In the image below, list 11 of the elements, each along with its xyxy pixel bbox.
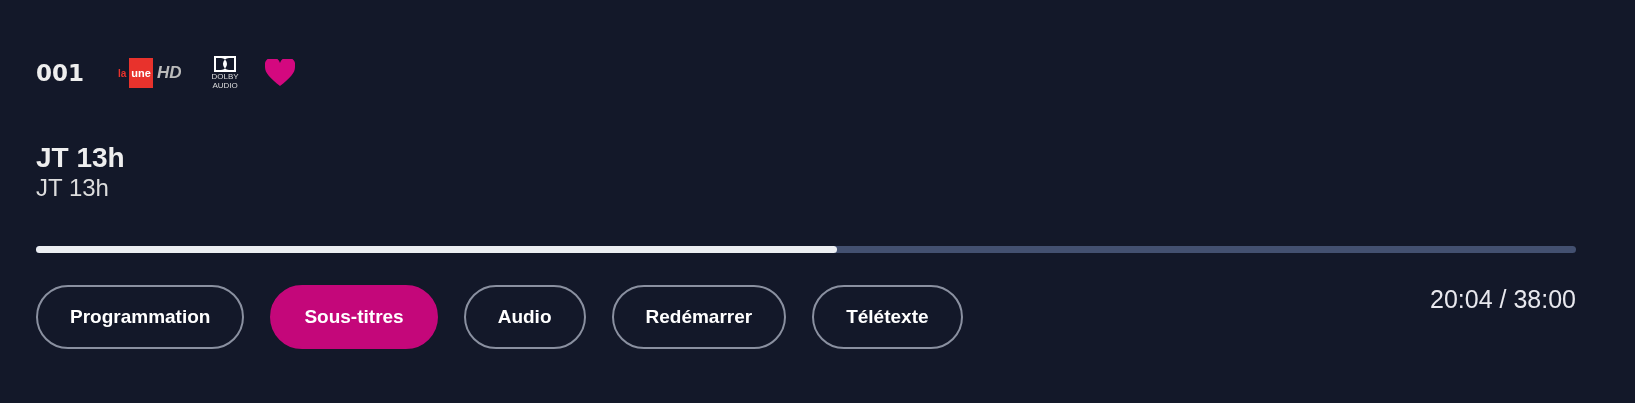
time-readout: 20:04 / 38:00 [1430, 285, 1576, 314]
menu-button[interactable]: Redémarrer [611, 285, 787, 349]
dolby-audio-badge: DOLBY AUDIO [211, 56, 239, 90]
menu-button[interactable]: Sous-titres [270, 285, 438, 349]
channel-logo: la une HD [118, 58, 182, 88]
menu-button[interactable]: Programmation [36, 285, 245, 349]
programme-subtitle: JT 13h [36, 174, 110, 202]
channel-number: 001 [36, 60, 84, 86]
menu-button[interactable]: Télétexte [812, 285, 963, 349]
menu-button[interactable]: Audio [463, 285, 586, 349]
programme-title: JT 13h [36, 142, 126, 174]
